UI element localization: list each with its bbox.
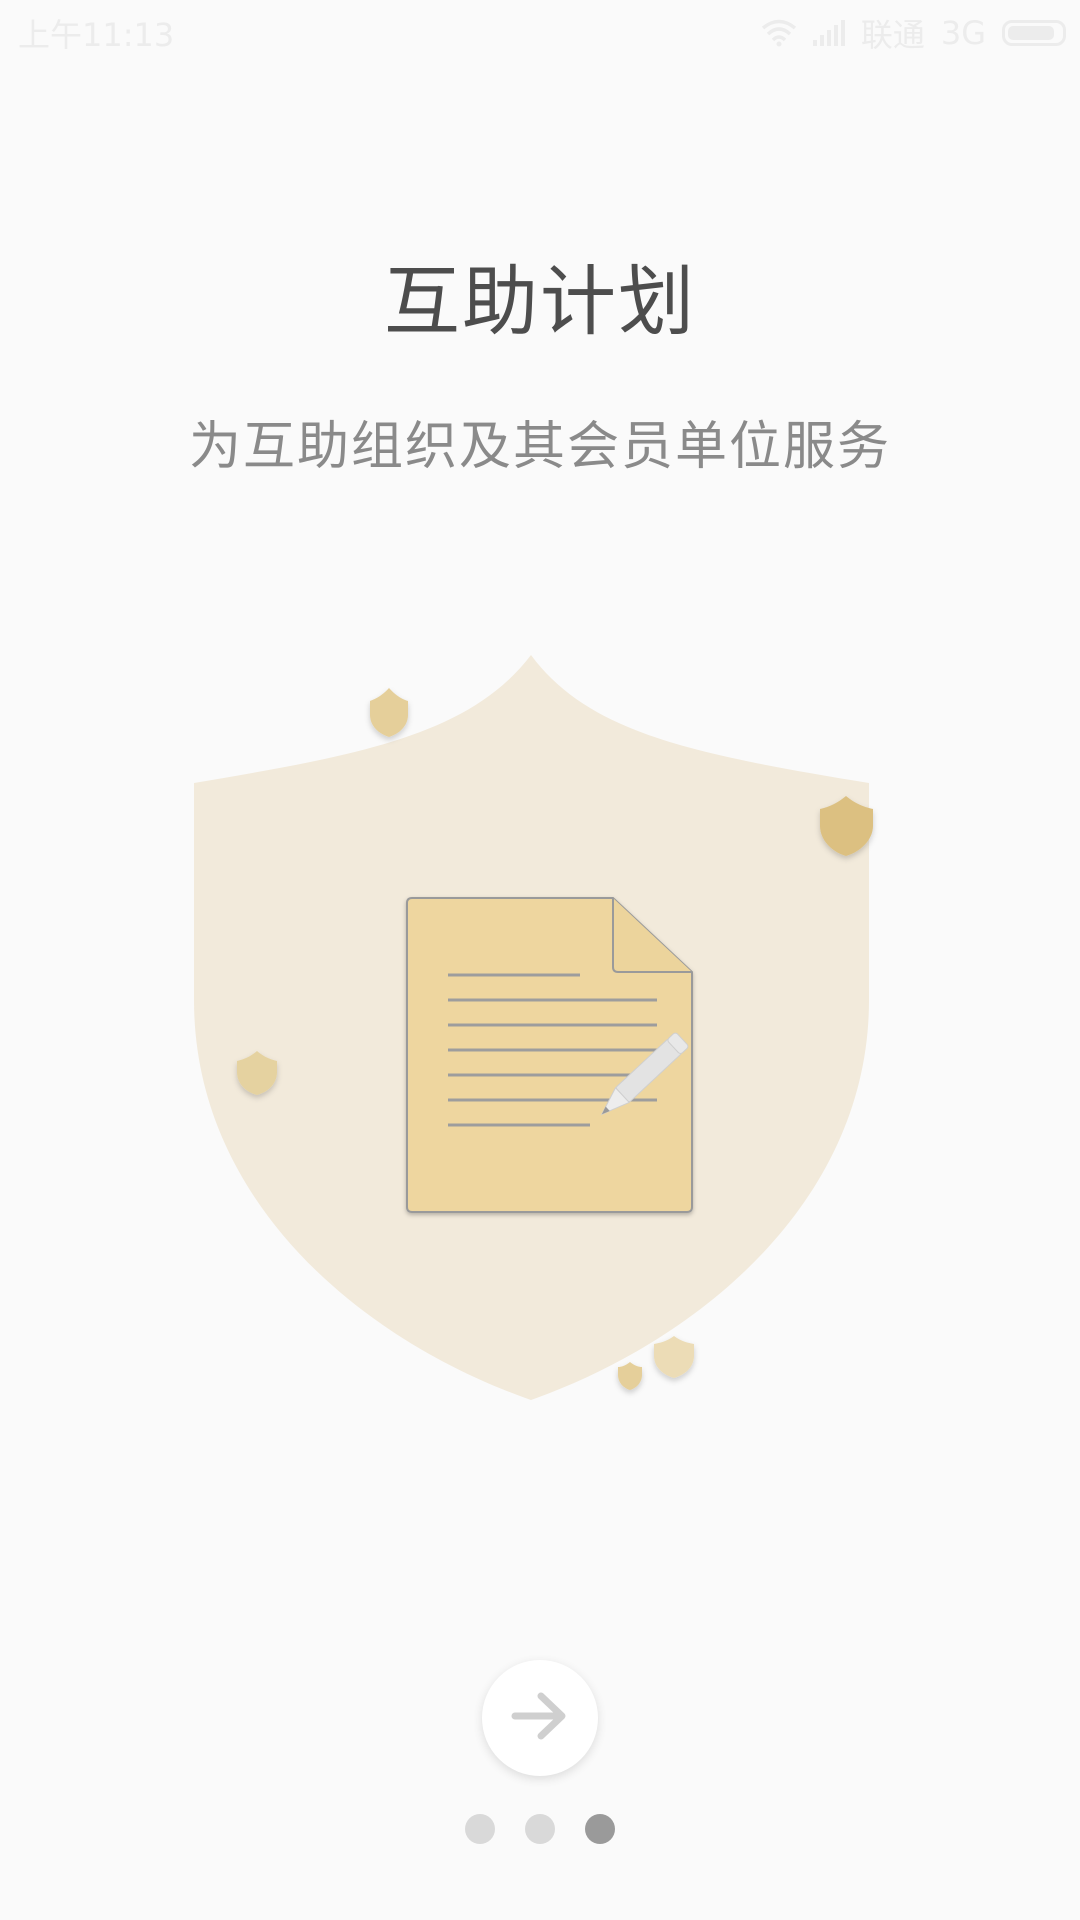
page-dot-2[interactable] [525, 1814, 555, 1844]
next-button[interactable] [482, 1660, 598, 1776]
signal-icon [812, 20, 845, 46]
status-bar: 上午11:13 联通 3G [0, 0, 1080, 62]
page-dot-3[interactable] [585, 1814, 615, 1844]
page-indicator [0, 1814, 1080, 1844]
illustration [0, 640, 1080, 1420]
small-shield-icon [654, 1336, 694, 1378]
page-title: 互助计划 [384, 257, 696, 346]
page-dot-1[interactable] [465, 1814, 495, 1844]
network-type-label: 3G [940, 14, 986, 52]
document-icon [406, 897, 693, 1213]
battery-icon [1002, 20, 1066, 46]
page-subtitle: 为互助组织及其会员单位服务 [188, 417, 891, 477]
carrier-label: 联通 [860, 16, 925, 54]
small-shield-icon [618, 1362, 642, 1390]
small-shield-icon [370, 688, 408, 737]
status-right-group: 联通 3G [761, 10, 1066, 56]
arrow-right-icon [511, 1691, 569, 1745]
onboarding-screen: 上午11:13 联通 3G 互助计划 为互助组织及其会员单位服务 [0, 0, 1080, 1920]
status-time: 上午11:13 [18, 16, 175, 54]
wifi-icon [761, 19, 797, 47]
battery-level-fill [1008, 26, 1055, 40]
